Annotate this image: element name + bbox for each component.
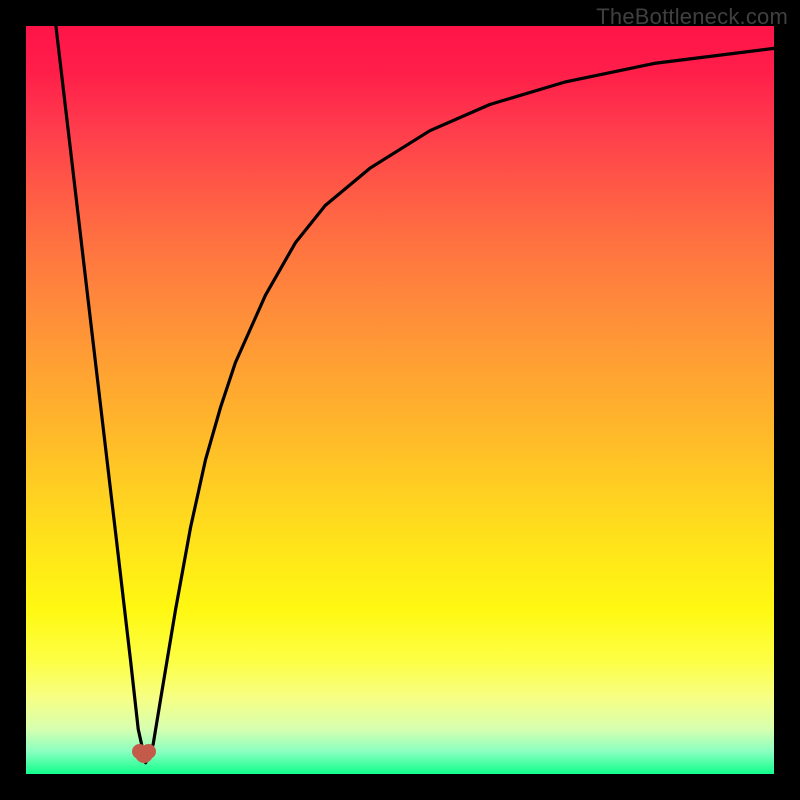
chart-frame: TheBottleneck.com: [0, 0, 800, 800]
curve-layer: [26, 26, 774, 774]
heart-icon: [130, 741, 158, 765]
plot-area: [26, 26, 774, 774]
bottleneck-curve: [56, 26, 774, 763]
watermark-text: TheBottleneck.com: [596, 4, 788, 30]
